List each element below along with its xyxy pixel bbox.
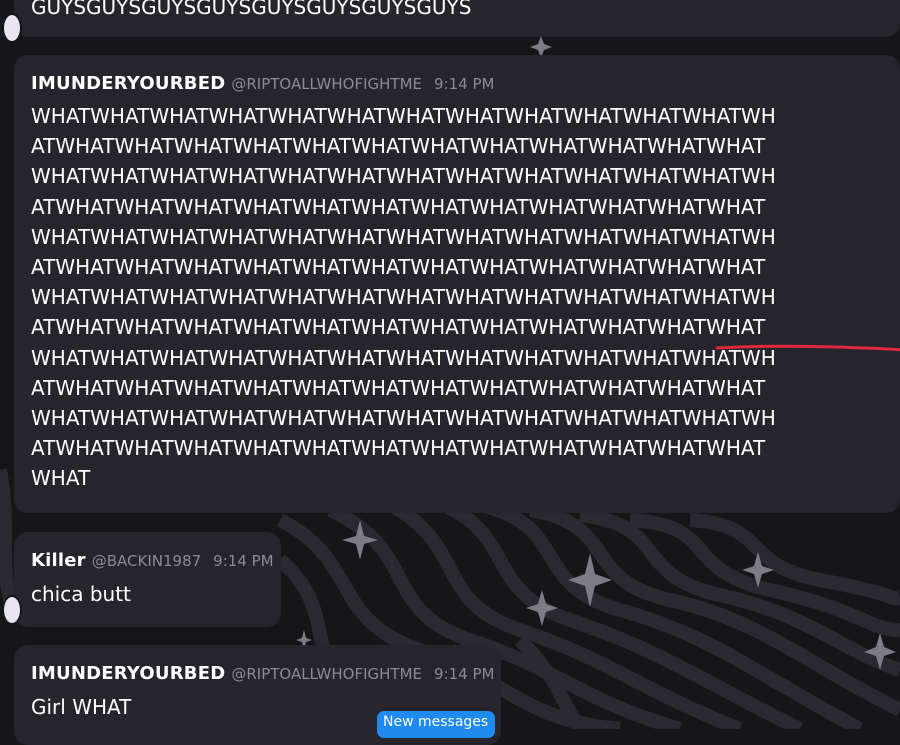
- message-bubble[interactable]: GUYSGUYSGUYSGUYSGUYSGUYSGUYSGUYS: [2, 0, 900, 43]
- message-bubble[interactable]: IMUNDERYOURBED @RIPTOALLWHOFIGHTME 9:14 PM…: [14, 55, 900, 513]
- message-text: chica butt: [31, 582, 131, 606]
- message-line: WHATWHATWHATWHATWHATWHATWHATWHATWHATWHAT…: [31, 224, 776, 249]
- message-line: ATWHATWHATWHATWHATWHATWHATWHATWHATWHATWH…: [31, 315, 766, 340]
- message-line: ATWHATWHATWHATWHATWHATWHATWHATWHATWHATWH…: [31, 375, 766, 400]
- username[interactable]: IMUNDERYOURBED: [31, 73, 225, 94]
- message-text: Girl WHAT: [31, 695, 132, 719]
- message-line: WHATWHATWHATWHATWHATWHATWHATWHATWHATWHAT…: [31, 345, 776, 370]
- avatar[interactable]: [2, 595, 22, 625]
- avatar[interactable]: [2, 13, 22, 43]
- message-line: ATWHATWHATWHATWHATWHATWHATWHATWHATWHATWH…: [31, 255, 766, 280]
- message-line: WHATWHATWHATWHATWHATWHATWHATWHATWHATWHAT…: [31, 104, 776, 128]
- message-header: IMUNDERYOURBED @RIPTOALLWHOFIGHTME 9:14 PM: [31, 73, 494, 94]
- message-line: WHAT: [31, 466, 91, 491]
- timestamp: 9:14 PM: [213, 552, 274, 570]
- message-bubble[interactable]: Killer @BACKIN1987 9:14 PM chica butt: [2, 532, 281, 627]
- message-text: GUYSGUYSGUYSGUYSGUYSGUYSGUYSGUYS: [31, 0, 472, 19]
- username[interactable]: IMUNDERYOURBED: [31, 663, 225, 684]
- timestamp: 9:14 PM: [434, 665, 495, 683]
- username[interactable]: Killer: [31, 550, 86, 571]
- red-annotation-line: [716, 344, 900, 352]
- user-handle[interactable]: @BACKIN1987: [92, 552, 201, 570]
- message-line: ATWHATWHATWHATWHATWHATWHATWHATWHATWHATWH…: [31, 134, 766, 159]
- message-line: WHATWHATWHATWHATWHATWHATWHATWHATWHATWHAT…: [31, 164, 776, 189]
- user-handle[interactable]: @RIPTOALLWHOFIGHTME: [231, 665, 422, 683]
- message-text: WHATWHATWHATWHATWHATWHATWHATWHATWHATWHAT…: [31, 101, 776, 494]
- message-line: ATWHATWHATWHATWHATWHATWHATWHATWHATWHATWH…: [31, 436, 766, 461]
- user-handle[interactable]: @RIPTOALLWHOFIGHTME: [231, 75, 422, 93]
- message-header: IMUNDERYOURBED @RIPTOALLWHOFIGHTME 9:14 PM: [31, 663, 494, 684]
- message-header: Killer @BACKIN1987 9:14 PM: [31, 550, 274, 571]
- new-messages-button[interactable]: New messages: [377, 711, 496, 738]
- timestamp: 9:14 PM: [434, 75, 495, 93]
- message-line: ATWHATWHATWHATWHATWHATWHATWHATWHATWHATWH…: [31, 194, 766, 219]
- message-line: WHATWHATWHATWHATWHATWHATWHATWHATWHATWHAT…: [31, 406, 776, 431]
- message-line: WHATWHATWHATWHATWHATWHATWHATWHATWHATWHAT…: [31, 285, 776, 310]
